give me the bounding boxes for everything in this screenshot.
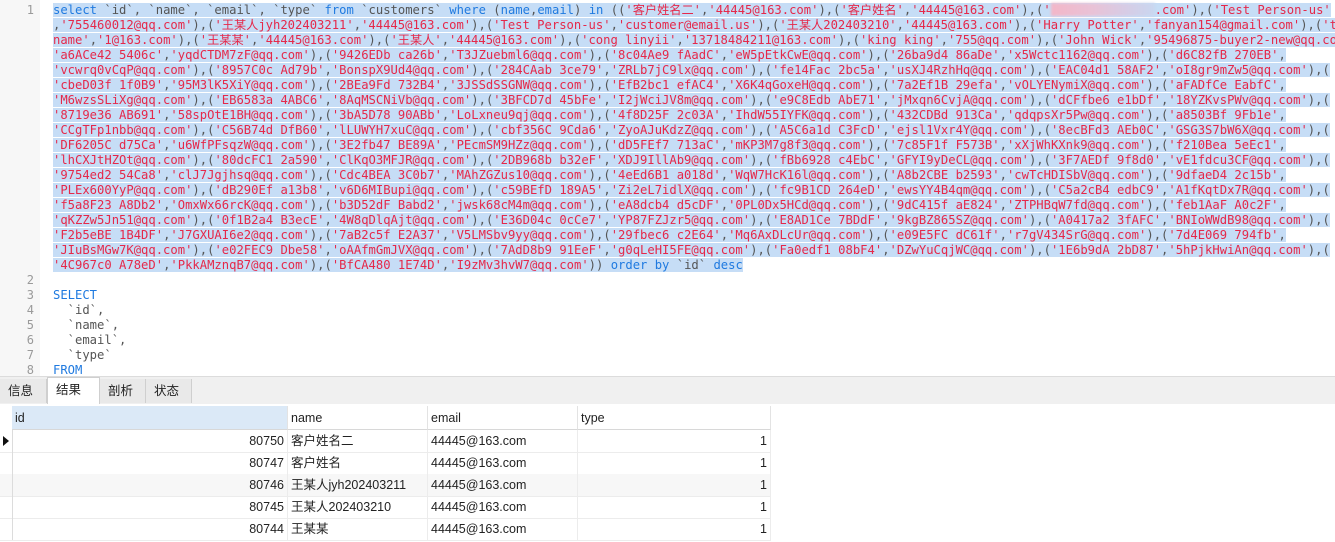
cell-name[interactable]: 王某某 — [288, 518, 428, 540]
sql-line-1-wrap: 'f5a8F23 A8Db2','OmxWx66rcK@qq.com'),('b… — [53, 198, 1286, 212]
table-row[interactable]: 80745 王某人202403210 44445@163.com 1 — [0, 496, 771, 519]
column-header-type[interactable]: type — [578, 406, 771, 430]
sql-line-1-wrap: 'F2b5eBE 1B4DF','J7GXUAI6e2@qq.com'),('7… — [53, 228, 1286, 242]
sql-line-1-wrap: 'lhCXJtHZOt@qq.com'),('80dcFC1 2a590','C… — [53, 153, 1330, 167]
cell-id[interactable]: 80745 — [12, 496, 288, 518]
cell-email[interactable]: 44445@163.com — [428, 452, 578, 474]
line-number: 5 — [26, 318, 34, 332]
table-row[interactable]: 80744 王某某 44445@163.com 1 — [0, 518, 771, 541]
cell-email[interactable]: 44445@163.com — [428, 518, 578, 540]
cell-name[interactable]: 王某人jyh202403211 — [288, 474, 428, 496]
cell-email[interactable]: 44445@163.com — [428, 430, 578, 452]
cell-id[interactable]: 80744 — [12, 518, 288, 540]
cell-id[interactable]: 80750 — [12, 430, 288, 452]
line-number: 8 — [26, 363, 34, 376]
sql-line-4: `id`, — [53, 303, 105, 317]
line-number: 7 — [26, 348, 34, 362]
redacted-region — [1050, 3, 1155, 16]
sql-line-1: select `id`, `name`, `email`, `type` fro… — [53, 3, 1331, 17]
cell-type[interactable]: 1 — [578, 518, 771, 540]
sql-line-1-wrap: '4C967c0 A78eD','PkkAMznqB7@qq.com'),('B… — [53, 258, 743, 272]
table-row[interactable]: 80747 客户姓名 44445@163.com 1 — [0, 452, 771, 475]
cell-type[interactable]: 1 — [578, 452, 771, 474]
cell-name[interactable]: 客户姓名二 — [288, 430, 428, 452]
sql-line-8: FROM — [53, 363, 83, 376]
sql-line-1-wrap: name','1@163.com'),('王某某','44445@163.com… — [53, 33, 1335, 48]
column-header-email[interactable]: email — [428, 406, 578, 430]
line-number: 6 — [26, 333, 34, 347]
line-number: 3 — [26, 288, 34, 302]
line-number: 1 — [26, 3, 34, 17]
cell-id[interactable]: 80747 — [12, 452, 288, 474]
current-row-arrow-icon — [3, 436, 9, 446]
sql-line-1-wrap: 'M6wzsSLiXg@qq.com'),('EB6583a 4ABC6','8… — [53, 93, 1330, 107]
sql-line-1-wrap: 'DF6205C d75Ca','u6WfPFsqzW@qq.com'),('3… — [53, 138, 1286, 152]
table-row[interactable]: 80746 王某人jyh202403211 44445@163.com 1 — [0, 474, 771, 497]
sql-line-1-wrap: 'JIuBsMGw7K@qq.com'),('e02FEC9 Dbe58','o… — [53, 243, 1330, 257]
cell-type[interactable]: 1 — [578, 474, 771, 496]
cell-name[interactable]: 王某人202403210 — [288, 496, 428, 518]
line-number-gutter: 1 2345678 — [0, 0, 40, 376]
sql-line-1-wrap: 'vcwrq0vCqP@qq.com'),('8957C0c Ad79b','B… — [53, 63, 1330, 77]
line-number: 4 — [26, 303, 34, 317]
cell-type[interactable]: 1 — [578, 496, 771, 518]
sql-line-6: `email`, — [53, 333, 127, 347]
cell-id[interactable]: 80746 — [12, 474, 288, 496]
tab-status[interactable]: 状态 — [146, 379, 192, 403]
result-grid: id name email type 80750 客户姓名二 44445@163.c… — [0, 404, 1335, 542]
cell-email[interactable]: 44445@163.com — [428, 474, 578, 496]
sql-line-1-wrap: 'qKZZw5Jn51@qq.com'),('0f1B2a4 B3ecE','4… — [53, 213, 1330, 227]
sql-line-1-wrap: 'CCgTFp1nbb@qq.com'),('C56B74d DfB60','l… — [53, 123, 1330, 137]
sql-line-1-wrap: 'cbeD03f 1f0B9','95M3lK5XiY@qq.com'),('2… — [53, 78, 1286, 92]
column-header-id[interactable]: id — [12, 406, 288, 430]
tab-info[interactable]: 信息 — [0, 379, 47, 403]
result-tabs: 信息 结果 1 剖析 状态 — [0, 376, 1335, 421]
table-row[interactable]: 80750 客户姓名二 44445@163.com 1 — [0, 430, 771, 453]
column-header-name[interactable]: name — [288, 406, 428, 430]
sql-line-1-wrap: '8719e36 AB691','58spOtE1BH@qq.com'),('3… — [53, 108, 1286, 122]
line-number: 2 — [26, 273, 34, 287]
cell-email[interactable]: 44445@163.com — [428, 496, 578, 518]
sql-line-1-wrap: 'a6ACe42 5406c','yqdCTDM7zF@qq.com'),('9… — [53, 48, 1286, 62]
cell-name[interactable]: 客户姓名 — [288, 452, 428, 474]
sql-line-1-wrap: 'PLEx600YyP@qq.com'),('dB290Ef a13b8','v… — [53, 183, 1330, 197]
tab-result-1[interactable]: 结果 1 — [47, 377, 100, 421]
sql-line-1-wrap: '9754ed2 54Ca8','clJ7Jgjhsq@qq.com'),('C… — [53, 168, 1286, 182]
sql-line-3: SELECT — [53, 288, 98, 302]
sql-line-1-wrap: ,'755460012@qq.com'),('王某人jyh202403211',… — [53, 18, 1335, 33]
sql-editor[interactable]: 1 2345678 select `id`, `name`, `email`, `… — [0, 0, 1335, 376]
sql-line-7: `type` — [53, 348, 112, 362]
cell-type[interactable]: 1 — [578, 430, 771, 452]
sql-line-5: `name`, — [53, 318, 120, 332]
tab-profile[interactable]: 剖析 — [100, 379, 146, 403]
